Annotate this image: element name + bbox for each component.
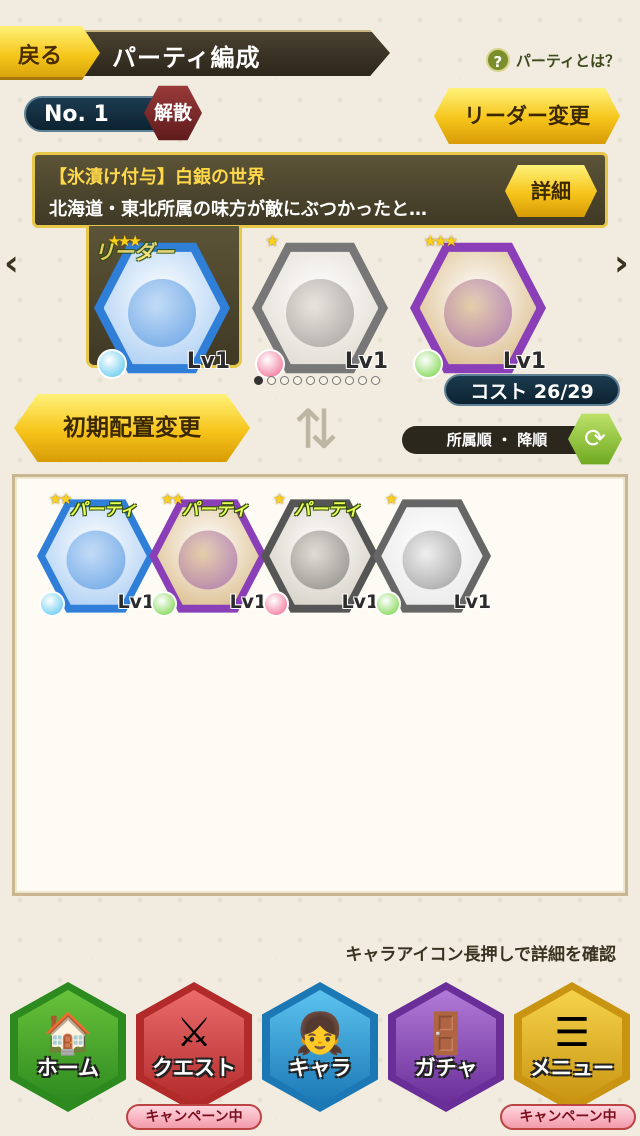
element-icon (263, 591, 290, 618)
nav-button-face: 🚪 ガチャ (396, 990, 496, 1104)
nav-gacha-door-button[interactable]: 🚪 ガチャ (388, 982, 504, 1112)
ice-girl-icon (66, 530, 126, 590)
level-label: Lv1 (186, 348, 230, 374)
nav-button-face: 🏠 ホーム (18, 990, 118, 1104)
level-label: Lv1 (453, 591, 491, 614)
character-slot[interactable]: ★ パーティ Lv1 (261, 490, 379, 618)
sort-order-label[interactable]: 所属順 ・ 降順 (402, 426, 592, 454)
level-label: Lv1 (344, 348, 388, 374)
page-dot (358, 376, 367, 385)
long-press-hint: キャラアイコン長押しで詳細を確認 (345, 945, 616, 965)
leader-skill-name: 【氷漬け付与】白銀の世界 (49, 167, 265, 188)
swap-arrows-icon: ⇅ (293, 398, 339, 461)
party-tag: パーティ (294, 499, 362, 520)
element-icon (151, 591, 178, 618)
swords-icon: ⚔ (176, 1010, 212, 1056)
party-help-link[interactable]: ? パーティとは？ (485, 48, 620, 72)
page-dot (332, 376, 341, 385)
rarity-stars: ★★ (160, 489, 185, 508)
prev-party-arrow-icon[interactable]: ‹ (4, 244, 26, 284)
pink-blob-icon (402, 530, 462, 590)
next-party-arrow-icon[interactable]: › (614, 244, 636, 284)
shiba-dog-icon (290, 530, 350, 590)
nav-button-face: ☰ メニュー (522, 990, 622, 1104)
menu-icon: ☰ (554, 1010, 590, 1056)
character-slot[interactable]: ★ Lv1 (252, 232, 388, 379)
nav-label: メニュー (530, 1056, 614, 1080)
nav-label: クエスト (152, 1056, 236, 1080)
leader-change-button[interactable]: リーダー変更 (434, 88, 620, 144)
element-icon (39, 591, 66, 618)
page-dot (267, 376, 276, 385)
party-tag: パーティ (182, 499, 250, 520)
nav-character-button[interactable]: 👧 キャラ (262, 982, 378, 1112)
page-dot (293, 376, 302, 385)
campaign-badge: キャンペーン中 (500, 1104, 636, 1130)
nav-label: キャラ (288, 1056, 352, 1080)
sort-toggle-button[interactable]: ⟳ (568, 413, 622, 465)
initial-placement-button[interactable]: 初期配置変更 (14, 394, 250, 462)
character-slot[interactable]: ★★★ Lv1 リーダー (94, 232, 230, 379)
skill-detail-button[interactable]: 詳細 (505, 165, 597, 217)
element-icon (412, 348, 443, 379)
element-icon (96, 348, 127, 379)
campaign-badge: キャンペーン中 (126, 1104, 262, 1130)
ice-girl-icon (127, 278, 196, 347)
element-icon (375, 591, 402, 618)
nav-house-button[interactable]: 🏠 ホーム (10, 982, 126, 1112)
leader-skill-description: 北海道・東北所属の味方が敵にぶつかったと… (49, 199, 427, 220)
character-box-panel: ★★ パーティ Lv1 ★★ パーティ Lv1 ★ パーティ Lv1 ★ Lv1 (12, 474, 628, 896)
character-slot[interactable]: ★★ パーティ Lv1 (149, 490, 267, 618)
character-slot[interactable]: ★ Lv1 (373, 490, 491, 618)
character-icon: 👧 (295, 1011, 345, 1057)
page-title: パーティ編成 (112, 44, 261, 72)
party-help-label: パーティとは？ (515, 51, 620, 70)
rarity-stars: ★ (265, 231, 280, 250)
page-dot (254, 376, 263, 385)
dissolve-party-button[interactable]: 解散 (144, 85, 202, 141)
nav-label: ホーム (36, 1056, 100, 1080)
question-icon: ? (485, 48, 510, 72)
rarity-stars: ★★★ (423, 231, 458, 250)
page-dot (306, 376, 315, 385)
rarity-stars: ★ (272, 489, 287, 508)
rarity-stars: ★★ (48, 489, 73, 508)
nav-button-face: 👧 キャラ (270, 990, 370, 1104)
leader-skill-panel: 【氷漬け付与】白銀の世界 北海道・東北所属の味方が敵にぶつかったと… 詳細 (32, 152, 608, 228)
nav-swords-button[interactable]: ⚔ クエスト (136, 982, 252, 1112)
samurai-girl-icon (178, 530, 238, 590)
nav-button-face: ⚔ クエスト (144, 990, 244, 1104)
shiba-dog-icon (285, 278, 354, 347)
gacha-door-icon: 🚪 (421, 1011, 471, 1057)
nav-label: ガチャ (414, 1056, 478, 1080)
cost-badge: コスト 26/29 (444, 374, 620, 406)
top-bar: 戻る パーティ編成 (0, 26, 392, 80)
page-dot (345, 376, 354, 385)
leader-tag: リーダー (94, 240, 174, 264)
page-dot (319, 376, 328, 385)
element-icon (254, 348, 285, 379)
page-dot (280, 376, 289, 385)
samurai-girl-icon (443, 278, 512, 347)
character-slot[interactable]: ★★ パーティ Lv1 (37, 490, 155, 618)
rarity-stars: ★ (384, 489, 399, 508)
back-button[interactable]: 戻る (0, 26, 100, 80)
party-tag: パーティ (70, 499, 138, 520)
page-dot (371, 376, 380, 385)
nav-menu-button[interactable]: ☰ メニュー (514, 982, 630, 1112)
level-label: Lv1 (502, 348, 546, 374)
refresh-icon: ⟳ (584, 424, 606, 454)
party-page-indicator (254, 376, 380, 385)
house-icon: 🏠 (43, 1011, 93, 1057)
character-slot[interactable]: ★★★ Lv1 (410, 232, 546, 379)
